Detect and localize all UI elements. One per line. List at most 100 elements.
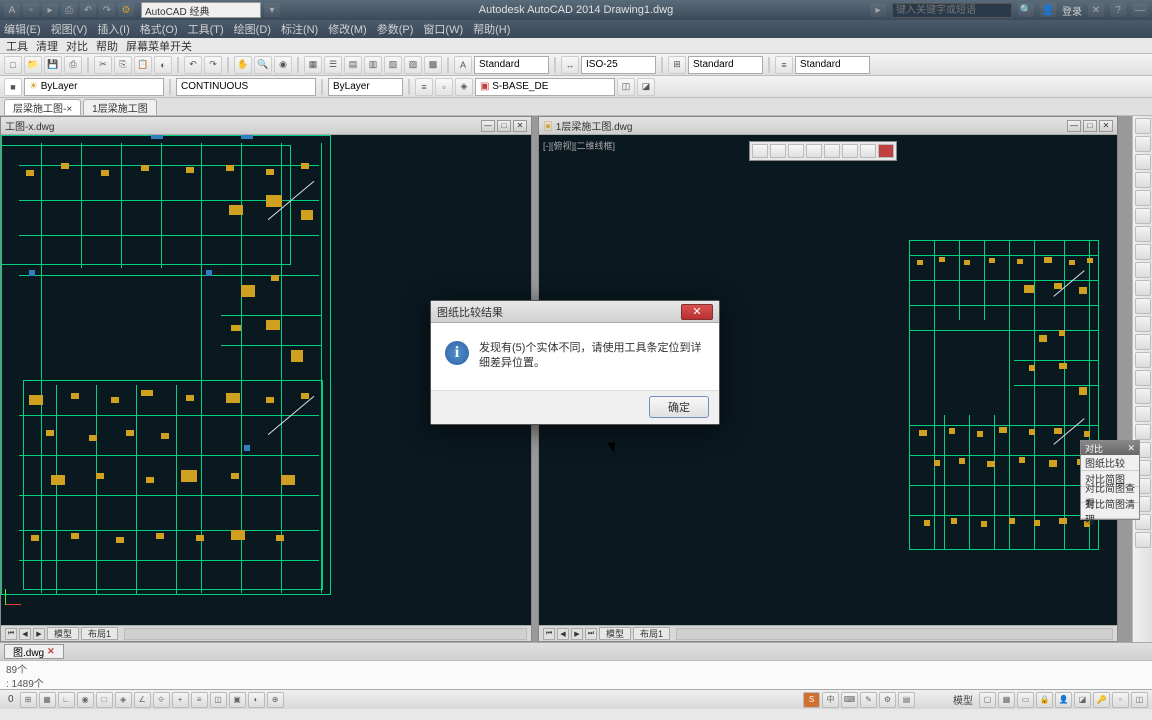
rs-mirror-icon[interactable]: [1135, 406, 1151, 422]
tb-dc-icon[interactable]: ▤: [344, 56, 362, 74]
tab-file-2[interactable]: 1层梁施工图: [83, 99, 157, 115]
color-dd[interactable]: ByLayer: [328, 78, 403, 96]
hscroll-left[interactable]: [124, 628, 527, 640]
rs-arc-icon[interactable]: [1135, 172, 1151, 188]
panel-min-icon[interactable]: —: [1067, 120, 1081, 132]
rs-hatch-icon[interactable]: [1135, 262, 1151, 278]
viewport-label[interactable]: [-][俯视][二维线框]: [543, 139, 615, 152]
menu-param[interactable]: 参数(P): [377, 21, 414, 37]
sb-dyn-icon[interactable]: +: [172, 692, 189, 708]
fp-item-clear[interactable]: 对比简图清理: [1081, 503, 1139, 519]
vt-btn1[interactable]: [752, 144, 768, 158]
tb-open-icon[interactable]: 📁: [24, 56, 42, 74]
tb-redo-icon[interactable]: ↷: [204, 56, 222, 74]
sb-am-icon[interactable]: ⊕: [267, 692, 284, 708]
sec-screen[interactable]: 屏幕菜单开关: [126, 38, 192, 54]
sb-qp-icon[interactable]: ▣: [229, 692, 246, 708]
help-icon[interactable]: ?: [1110, 3, 1126, 17]
exchange-icon[interactable]: ✕: [1088, 3, 1104, 17]
tb-layer-color[interactable]: ■: [4, 78, 22, 96]
cmd-line-2[interactable]: : 1489个: [0, 675, 1152, 689]
sb-layout-icon[interactable]: ▢: [979, 692, 996, 708]
menu-edit[interactable]: 编辑(E): [4, 21, 41, 37]
tab-layout[interactable]: 布局1: [633, 627, 670, 640]
dialog-title-bar[interactable]: 图纸比较结果 ✕: [431, 301, 719, 323]
sb-osnap-icon[interactable]: □: [96, 692, 113, 708]
rs-spline-icon[interactable]: [1135, 244, 1151, 260]
tb-extra2-icon[interactable]: ◪: [637, 78, 655, 96]
panel-max-icon[interactable]: □: [1083, 120, 1097, 132]
tb-zoom-icon[interactable]: 🔍: [254, 56, 272, 74]
tb-prop-icon[interactable]: ▦: [304, 56, 322, 74]
redo-icon[interactable]: ↷: [99, 3, 115, 17]
tb-insert-icon[interactable]: ◈: [455, 78, 473, 96]
rs-trim-icon[interactable]: [1135, 370, 1151, 386]
sb-3dosnap-icon[interactable]: ◈: [115, 692, 132, 708]
dropdown-icon[interactable]: ▾: [264, 3, 280, 17]
sec-help[interactable]: 帮助: [96, 38, 118, 54]
menu-help[interactable]: 帮助(H): [473, 21, 510, 37]
compare-panel-title[interactable]: 对比✕: [1081, 441, 1139, 455]
search-icon[interactable]: 🔍: [1018, 3, 1034, 17]
workspace-icon[interactable]: ⚙: [118, 3, 134, 17]
tb-match-icon[interactable]: ◐: [154, 56, 172, 74]
rs-line-icon[interactable]: [1135, 118, 1151, 134]
tb-markup-icon[interactable]: ▨: [404, 56, 422, 74]
sb-qview-icon[interactable]: ▦: [998, 692, 1015, 708]
sb-as-icon[interactable]: 👤: [1055, 692, 1072, 708]
rs-circle-icon[interactable]: [1135, 154, 1151, 170]
rs-point-icon[interactable]: [1135, 280, 1151, 296]
text-style-dd[interactable]: Standard: [474, 56, 549, 74]
tab-nav-prev[interactable]: ◀: [557, 628, 569, 640]
sb-lwt-icon[interactable]: ≡: [191, 692, 208, 708]
tb-print-icon[interactable]: ⎙: [64, 56, 82, 74]
search-input[interactable]: [892, 3, 1012, 18]
rs-ellipse-icon[interactable]: [1135, 226, 1151, 242]
sb-anno-icon[interactable]: 🔒: [1036, 692, 1053, 708]
sb-ime1-icon[interactable]: ⌨: [841, 692, 858, 708]
tab-model[interactable]: 模型: [47, 627, 79, 640]
min-icon[interactable]: —: [1132, 3, 1148, 17]
sb-ducs-icon[interactable]: ⟐: [153, 692, 170, 708]
sec-compare[interactable]: 对比: [66, 38, 88, 54]
sb-scale-icon[interactable]: ▭: [1017, 692, 1034, 708]
tb-save-icon[interactable]: 💾: [44, 56, 62, 74]
sb-s-icon[interactable]: S: [803, 692, 820, 708]
tb-calc-icon[interactable]: ▩: [424, 56, 442, 74]
menu-tools[interactable]: 工具(T): [188, 21, 224, 37]
sb-ime2-icon[interactable]: ✎: [860, 692, 877, 708]
tb-pan-icon[interactable]: ✋: [234, 56, 252, 74]
tb-text-icon[interactable]: A: [454, 56, 472, 74]
tb-block-icon[interactable]: ▫: [435, 78, 453, 96]
tb-undo-icon[interactable]: ↶: [184, 56, 202, 74]
tab-layout[interactable]: 布局1: [81, 627, 118, 640]
sb-ime3-icon[interactable]: ⚙: [879, 692, 896, 708]
vt-btn7[interactable]: [860, 144, 876, 158]
rs-extend-icon[interactable]: [1135, 388, 1151, 404]
tab-nav-next[interactable]: ▶: [571, 628, 583, 640]
tb-paste-icon[interactable]: 📋: [134, 56, 152, 74]
sb-ortho-icon[interactable]: ∟: [58, 692, 75, 708]
workspace-dropdown[interactable]: AutoCAD 经典: [141, 2, 261, 18]
undo-icon[interactable]: ↶: [80, 3, 96, 17]
panel-close-icon[interactable]: ✕: [513, 120, 527, 132]
tb-lineweight-icon[interactable]: ≡: [415, 78, 433, 96]
rs-poly-icon[interactable]: [1135, 208, 1151, 224]
panel-close-icon[interactable]: ✕: [1099, 120, 1113, 132]
ml-style-dd[interactable]: Standard: [795, 56, 870, 74]
tab-nav-prev[interactable]: ◀: [19, 628, 31, 640]
table-style-dd[interactable]: Standard: [688, 56, 763, 74]
menu-format[interactable]: 格式(O): [140, 21, 178, 37]
tb-tool-icon[interactable]: ▥: [364, 56, 382, 74]
menu-modify[interactable]: 修改(M): [328, 21, 367, 37]
vt-btn2[interactable]: [770, 144, 786, 158]
save-icon[interactable]: ⎙: [61, 3, 77, 17]
layer-dd[interactable]: ☀ ByLayer: [24, 78, 164, 96]
sec-tools[interactable]: 工具: [6, 38, 28, 54]
sb-snap-icon[interactable]: ⊞: [20, 692, 37, 708]
tb-sheet-icon[interactable]: ▧: [384, 56, 402, 74]
sb-otrack-icon[interactable]: ∠: [134, 692, 151, 708]
panel-close-icon[interactable]: ✕: [1127, 443, 1135, 454]
tab-nav-first[interactable]: ⏮: [5, 628, 17, 640]
hscroll-right[interactable]: [676, 628, 1113, 640]
